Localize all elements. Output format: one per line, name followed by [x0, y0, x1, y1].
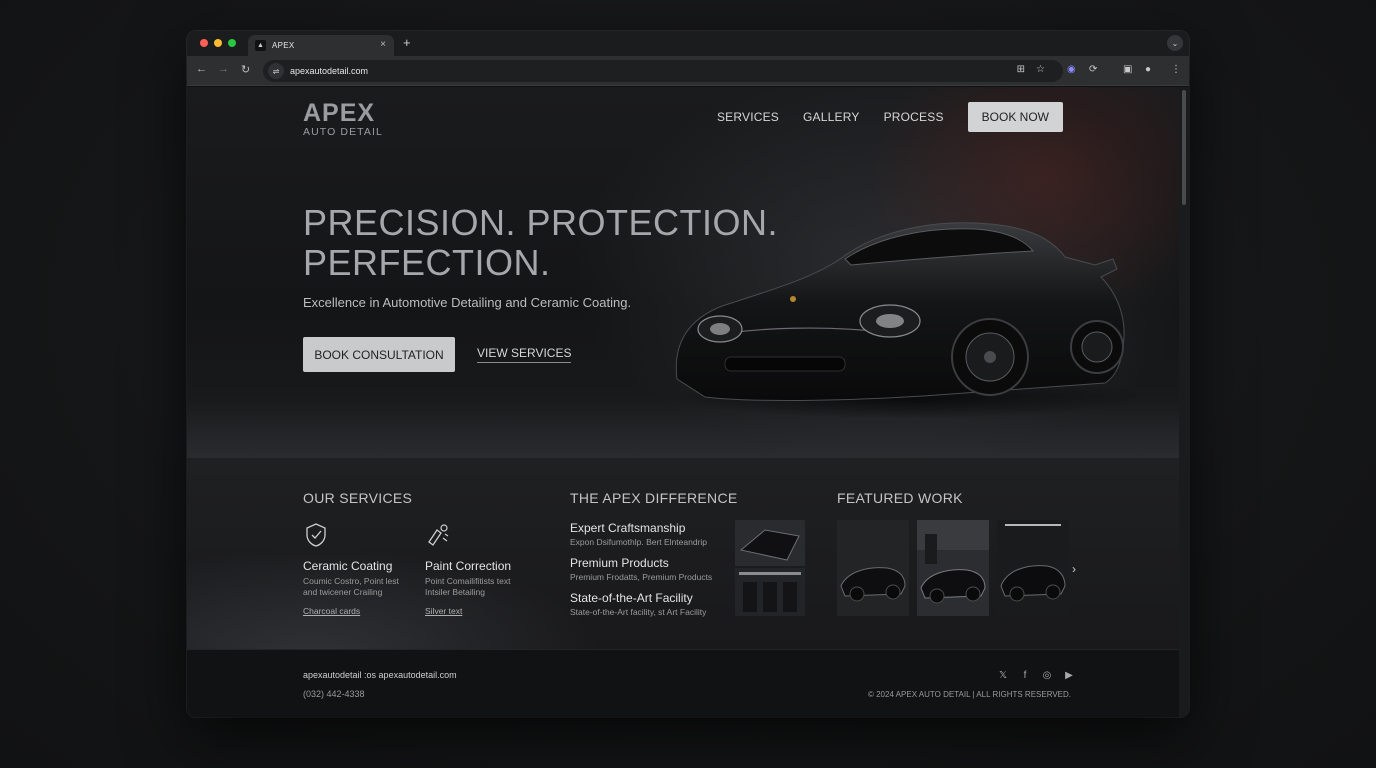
- facility-thumbnail[interactable]: [735, 520, 805, 616]
- window-controls: [200, 39, 236, 47]
- difference-sub: Premium Frodatts, Premium Products: [570, 572, 713, 582]
- youtube-icon[interactable]: ▶: [1063, 669, 1075, 681]
- browser-toolbar: ← → ↻ ⇌ apexautodetail.com ⊞ ☆ ◉ ⟳ ▣ ● ⋮: [187, 56, 1189, 86]
- tab-search-chevron-icon[interactable]: ⌄: [1167, 35, 1183, 51]
- difference-name: State-of-the-Art Facility: [570, 591, 693, 605]
- browser-window: ▲ APEX × + ⌄ ← → ↻ ⇌ apexautodetail.com …: [187, 31, 1189, 717]
- service-name: Paint Correction: [425, 559, 512, 573]
- apex-difference-heading: THE APEX DIFFERENCE: [570, 490, 738, 506]
- page-scrollbar[interactable]: [1179, 87, 1189, 717]
- site-info-icon[interactable]: ⇌: [268, 63, 284, 79]
- service-link[interactable]: Charcoal cards: [303, 606, 360, 616]
- facebook-icon[interactable]: f: [1019, 669, 1031, 681]
- social-links: 𝕏 f ◎ ▶: [997, 669, 1075, 681]
- logo-wordmark: APEX: [303, 99, 376, 127]
- reload-icon[interactable]: ↻: [241, 63, 250, 76]
- tab-close-icon[interactable]: ×: [380, 39, 386, 50]
- service-card-ceramic[interactable]: Ceramic Coating Coumic Costro, Point les…: [303, 522, 423, 619]
- featured-next-chevron-icon[interactable]: ›: [1072, 562, 1076, 576]
- service-desc-line-2: and twicener Crailing: [303, 587, 383, 597]
- instagram-icon[interactable]: ◎: [1041, 669, 1053, 681]
- shield-icon: [306, 523, 326, 547]
- page-viewport: APEX AUTO DETAIL SERVICES GALLERY PROCES…: [187, 87, 1179, 717]
- back-arrow-icon[interactable]: ←: [196, 63, 207, 75]
- footer-email[interactable]: apexautodetail :os apexautodetail.com: [303, 670, 457, 680]
- service-card-paint-correction[interactable]: Paint Correction Point Comailifitists te…: [425, 522, 545, 619]
- logo-subtitle: AUTO DETAIL: [303, 126, 383, 138]
- tab-strip: ▲ APEX × + ⌄: [187, 31, 1189, 56]
- twitter-icon[interactable]: 𝕏: [997, 669, 1009, 681]
- service-link[interactable]: Silver text: [425, 606, 462, 616]
- book-consultation-button[interactable]: BOOK CONSULTATION: [303, 337, 455, 372]
- side-panel-icon[interactable]: ▣: [1123, 64, 1132, 75]
- service-desc-line-1: Coumic Costro, Point lest: [303, 576, 399, 586]
- difference-name: Premium Products: [570, 556, 669, 570]
- polish-icon: [428, 524, 449, 546]
- extension-icon[interactable]: ◉: [1067, 64, 1076, 75]
- footer-phone[interactable]: (032) 442-4338: [303, 689, 365, 699]
- profile-avatar-icon[interactable]: ●: [1145, 64, 1151, 75]
- nav-gallery-link[interactable]: GALLERY: [803, 110, 860, 124]
- featured-work-thumbnail-1[interactable]: [837, 520, 909, 616]
- sports-car-image: [665, 222, 1135, 417]
- copyright-text: © 2024 APEX AUTO DETAIL | ALL RIGHTS RES…: [867, 690, 1071, 699]
- nav-process-link[interactable]: PROCESS: [884, 110, 944, 124]
- url-text[interactable]: apexautodetail.com: [290, 66, 368, 76]
- sync-icon[interactable]: ⟳: [1089, 64, 1097, 75]
- our-services-heading: OUR SERVICES: [303, 490, 413, 506]
- difference-sub: Expon Dsifumothlp. Bert Elnteandrip: [570, 537, 708, 547]
- more-menu-icon[interactable]: ⋮: [1171, 64, 1181, 75]
- minimize-window-button[interactable]: [214, 39, 222, 47]
- service-desc-line-2: Intsiler Betailing: [425, 587, 486, 597]
- featured-work-thumbnail-3[interactable]: [997, 520, 1069, 616]
- view-services-link[interactable]: VIEW SERVICES: [477, 346, 572, 363]
- scrollbar-thumb[interactable]: [1182, 90, 1186, 205]
- tab-apex[interactable]: ▲ APEX ×: [248, 35, 394, 56]
- hero-tagline: Excellence in Automotive Detailing and C…: [303, 295, 632, 310]
- tab-title: APEX: [272, 41, 295, 50]
- site-logo[interactable]: APEX AUTO DETAIL: [303, 99, 383, 139]
- forward-arrow-icon[interactable]: →: [218, 63, 229, 75]
- featured-work-thumbnail-2[interactable]: [917, 520, 989, 616]
- apex-favicon-icon: ▲: [255, 40, 266, 51]
- difference-item: Expert Craftsmanship Expon Dsifumothlp. …: [570, 521, 730, 547]
- service-name: Ceramic Coating: [303, 559, 393, 573]
- new-tab-button[interactable]: +: [403, 35, 411, 50]
- difference-item: State-of-the-Art Facility State-of-the-A…: [570, 591, 730, 617]
- translate-icon[interactable]: ⊞: [1017, 64, 1025, 75]
- maximize-window-button[interactable]: [228, 39, 236, 47]
- difference-sub: State-of-the-Art facility, st Art Facili…: [570, 607, 707, 617]
- featured-work-heading: FEATURED WORK: [837, 490, 963, 506]
- difference-name: Expert Craftsmanship: [570, 521, 686, 535]
- site-footer: apexautodetail :os apexautodetail.com (0…: [187, 649, 1179, 717]
- book-now-button[interactable]: BOOK NOW: [967, 102, 1063, 132]
- nav-services-link[interactable]: SERVICES: [717, 110, 779, 124]
- bookmark-star-icon[interactable]: ☆: [1036, 64, 1045, 75]
- info-section: OUR SERVICES Ceramic Coating Coumic Cost…: [187, 457, 1179, 658]
- address-bar[interactable]: ⇌ apexautodetail.com ⊞ ☆: [263, 60, 1063, 82]
- main-nav: SERVICES GALLERY PROCESS BOOK NOW: [717, 102, 1063, 132]
- difference-item: Premium Products Premium Frodatts, Premi…: [570, 556, 730, 582]
- service-desc-line-1: Point Comailifitists text: [425, 576, 511, 586]
- close-window-button[interactable]: [200, 39, 208, 47]
- hero-section: APEX AUTO DETAIL SERVICES GALLERY PROCES…: [187, 87, 1179, 457]
